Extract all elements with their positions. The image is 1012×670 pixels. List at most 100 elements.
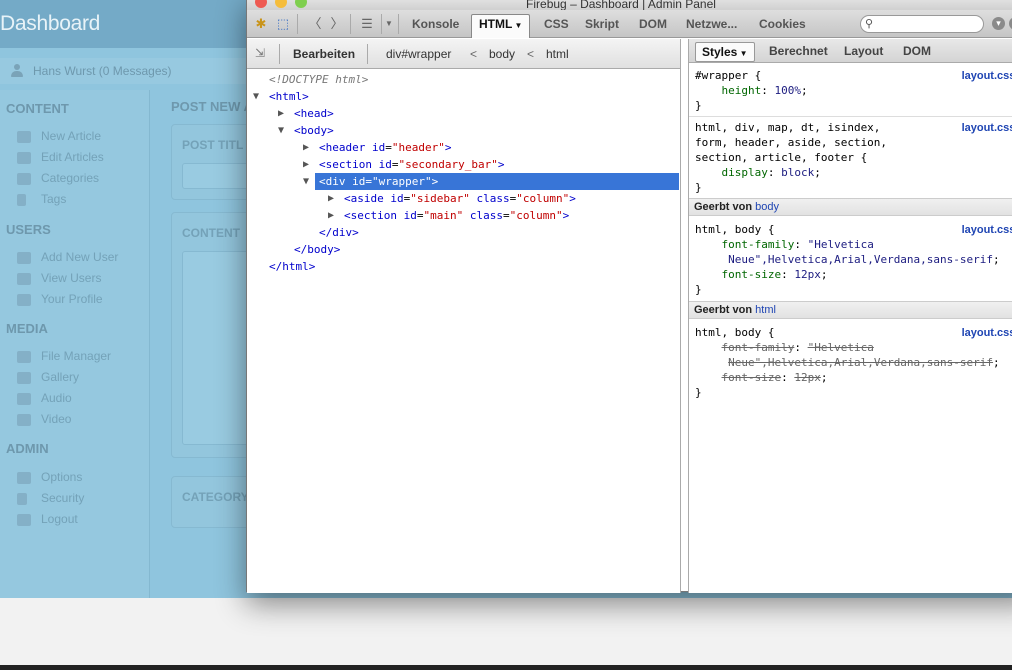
logout-icon: [17, 514, 31, 526]
breadcrumb-separator: [367, 44, 368, 64]
dashboard-title: Dashboard: [0, 12, 101, 35]
sidebar-item-new-article[interactable]: New Article: [41, 129, 101, 143]
css-value[interactable]: "Helvetica: [808, 238, 874, 251]
firebug-toolbar: ✱ ⬚ 〈 〉 ☰ ▼ Konsole HTML ▼ CSS Skript DO…: [247, 10, 1012, 38]
attr-value: header: [398, 141, 439, 154]
attr-value: column: [522, 192, 563, 205]
tab-dom[interactable]: DOM: [632, 15, 674, 33]
tab-styles-label: Styles: [702, 45, 738, 59]
tree-body[interactable]: <body>: [294, 122, 334, 139]
css-selector: html, body {: [695, 326, 775, 339]
back-arrow-icon[interactable]: 〈: [305, 15, 325, 33]
css-property[interactable]: display: [722, 166, 768, 179]
attr-value: secondary_bar: [405, 158, 492, 171]
tree-html[interactable]: <html>: [269, 88, 309, 105]
sidebar-item-tags[interactable]: Tags: [41, 192, 66, 206]
post-title-label: POST TITL: [182, 138, 244, 152]
list-icon: [17, 173, 31, 185]
expand-triangle-icon[interactable]: ▶: [303, 139, 309, 156]
tab-skript[interactable]: Skript: [578, 15, 626, 33]
sidebar-item-file-manager[interactable]: File Manager: [41, 349, 111, 363]
sidebar-item-audio[interactable]: Audio: [41, 391, 72, 405]
sidebar-item-security[interactable]: Security: [41, 491, 84, 505]
css-property[interactable]: font-size: [722, 268, 782, 281]
minimize-window-button[interactable]: [275, 0, 287, 8]
tree-aside-sidebar[interactable]: <aside id="sidebar" class="column">: [344, 190, 576, 207]
css-value-overridden[interactable]: 12px: [794, 371, 821, 384]
sidebar-item-edit-articles[interactable]: Edit Articles: [41, 150, 104, 164]
tab-css[interactable]: CSS: [537, 15, 576, 33]
attr-name: class: [469, 209, 503, 222]
inherited-element-link[interactable]: body: [755, 201, 779, 213]
expand-icon[interactable]: ⇲: [255, 46, 265, 60]
breadcrumb-item-body[interactable]: body: [489, 47, 515, 61]
css-value[interactable]: 12px: [794, 268, 821, 281]
sidebar-item-view-users[interactable]: View Users: [41, 271, 101, 285]
sidebar-item-options[interactable]: Options: [41, 470, 82, 484]
options-icon[interactable]: ▾: [992, 17, 1005, 30]
bottom-edge: [0, 665, 1012, 670]
css-value[interactable]: Neue",Helvetica,Arial,Verdana,sans-serif: [728, 253, 993, 266]
add-user-icon: [17, 252, 31, 264]
tree-div-wrapper[interactable]: <div id="wrapper">: [319, 173, 438, 190]
sidebar-item-your-profile[interactable]: Your Profile: [41, 292, 103, 306]
css-rule-block: html, div, map, dt, isindex, form, heade…: [695, 121, 888, 194]
firebug-window: Firebug – Dashboard | Admin Panel ✱ ⬚ 〈 …: [246, 0, 1012, 593]
sidebar-item-categories[interactable]: Categories: [41, 171, 99, 185]
breadcrumb-divider: <: [527, 47, 535, 61]
expand-triangle-icon[interactable]: ▶: [328, 207, 334, 224]
expand-triangle-icon[interactable]: ▶: [328, 190, 334, 207]
expand-triangle-icon[interactable]: ▶: [278, 105, 284, 122]
toolbar-separator: [297, 14, 298, 34]
tab-cookies[interactable]: Cookies: [752, 15, 813, 33]
breadcrumb-item-html[interactable]: html: [546, 47, 569, 61]
tab-konsole[interactable]: Konsole: [405, 15, 466, 33]
tab-dom-side[interactable]: DOM: [897, 42, 937, 62]
inherited-prefix: Geerbt von: [694, 201, 753, 213]
forward-arrow-icon[interactable]: 〉: [327, 15, 347, 33]
search-icon: ⚲: [865, 18, 874, 30]
zoom-window-button[interactable]: [295, 0, 307, 8]
pencil-icon: [17, 152, 31, 164]
css-value[interactable]: block: [781, 166, 814, 179]
tab-html[interactable]: HTML ▼: [471, 14, 531, 38]
css-value[interactable]: 100%: [775, 84, 802, 97]
tree-section-main[interactable]: <section id="main" class="column">: [344, 207, 569, 224]
tab-styles[interactable]: Styles ▼: [695, 42, 755, 62]
close-window-button[interactable]: [255, 0, 267, 8]
css-property[interactable]: font-family: [722, 238, 795, 251]
inherited-from-html-header: Geerbt von html: [689, 301, 1012, 319]
css-value-overridden[interactable]: "Helvetica: [808, 341, 874, 354]
tree-header[interactable]: <header id="header">: [319, 139, 452, 156]
sidebar-item-logout[interactable]: Logout: [41, 512, 78, 526]
sidebar-item-gallery[interactable]: Gallery: [41, 370, 79, 384]
tab-berechnet[interactable]: Berechnet: [763, 42, 834, 62]
collapse-triangle-icon[interactable]: ▼: [303, 173, 309, 190]
inspect-icon[interactable]: ⬚: [273, 15, 293, 33]
css-value-overridden[interactable]: Neue",Helvetica,Arial,Verdana,sans-serif: [728, 356, 993, 369]
speaker-icon: [17, 393, 31, 405]
expand-triangle-icon[interactable]: ▶: [303, 156, 309, 173]
tab-netzwerk[interactable]: Netzwe...: [679, 15, 744, 33]
collapse-triangle-icon[interactable]: ▼: [278, 122, 284, 139]
css-property-overridden[interactable]: font-size: [722, 371, 782, 384]
inherited-element-link[interactable]: html: [755, 304, 776, 316]
tab-layout[interactable]: Layout: [838, 42, 889, 62]
sidebar-item-video[interactable]: Video: [41, 412, 71, 426]
user-name[interactable]: Hans Wurst (0 Messages): [33, 64, 172, 78]
sidebar-item-add-new-user[interactable]: Add New User: [41, 250, 118, 264]
tree-doctype: <!DOCTYPE html>: [269, 71, 368, 88]
menu-lines-icon[interactable]: ☰: [357, 15, 377, 33]
breadcrumb-item-wrapper[interactable]: div#wrapper: [386, 47, 451, 61]
css-property-overridden[interactable]: font-family: [722, 341, 795, 354]
edit-button[interactable]: Bearbeiten: [293, 47, 355, 61]
rule-divider: [689, 116, 1012, 117]
css-property[interactable]: height: [722, 84, 762, 97]
dropdown-arrow-icon[interactable]: ▼: [383, 15, 395, 33]
profile-icon: [17, 294, 31, 306]
search-input[interactable]: ⚲: [860, 15, 984, 33]
collapse-triangle-icon[interactable]: ▼: [253, 88, 259, 105]
tree-section-secondary-bar[interactable]: <section id="secondary_bar">: [319, 156, 504, 173]
firebug-bug-icon[interactable]: ✱: [251, 15, 271, 33]
tree-head[interactable]: <head>: [294, 105, 334, 122]
